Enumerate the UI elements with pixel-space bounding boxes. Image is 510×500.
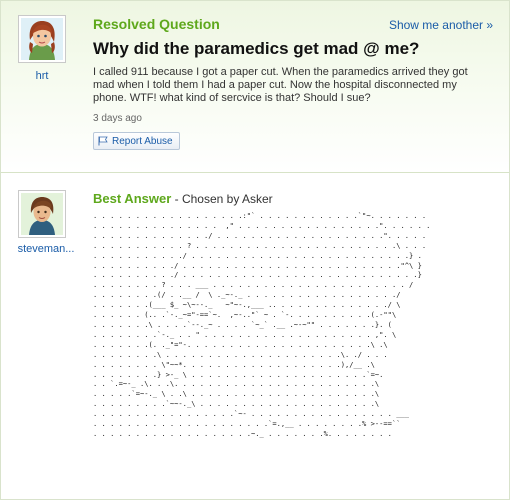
best-answer-label: Best Answer xyxy=(93,191,172,206)
question-panel: hrt Resolved Question Show me another » … xyxy=(1,1,509,173)
question-timestamp: 3 days ago xyxy=(93,113,142,124)
best-answer-panel: steveman... Best Answer - Chosen by Aske… xyxy=(1,174,509,499)
best-answer-heading: Best Answer - Chosen by Asker xyxy=(93,191,273,206)
chosen-by-text: - Chosen by Asker xyxy=(171,192,273,206)
question-body: I called 911 because I got a paper cut. … xyxy=(93,66,468,104)
question-title: Why did the paramedics get mad @ me? xyxy=(93,39,420,58)
ascii-art-answer: . . . . . . . . . . . . . . . . . .:"` .… xyxy=(93,211,431,438)
report-abuse-button[interactable]: Report Abuse xyxy=(93,132,180,150)
cartoon-avatar-icon xyxy=(21,193,63,235)
report-abuse-label: Report Abuse xyxy=(112,135,173,147)
flag-icon xyxy=(98,136,108,146)
cartoon-avatar-icon xyxy=(21,18,63,60)
asker-username[interactable]: hrt xyxy=(18,70,66,82)
answerer-username[interactable]: steveman... xyxy=(11,243,81,255)
qa-page: hrt Resolved Question Show me another » … xyxy=(0,0,510,500)
answerer-avatar[interactable] xyxy=(18,190,66,238)
asker-avatar[interactable] xyxy=(18,15,66,63)
show-another-link[interactable]: Show me another » xyxy=(389,18,493,32)
resolved-status: Resolved Question xyxy=(93,16,220,32)
